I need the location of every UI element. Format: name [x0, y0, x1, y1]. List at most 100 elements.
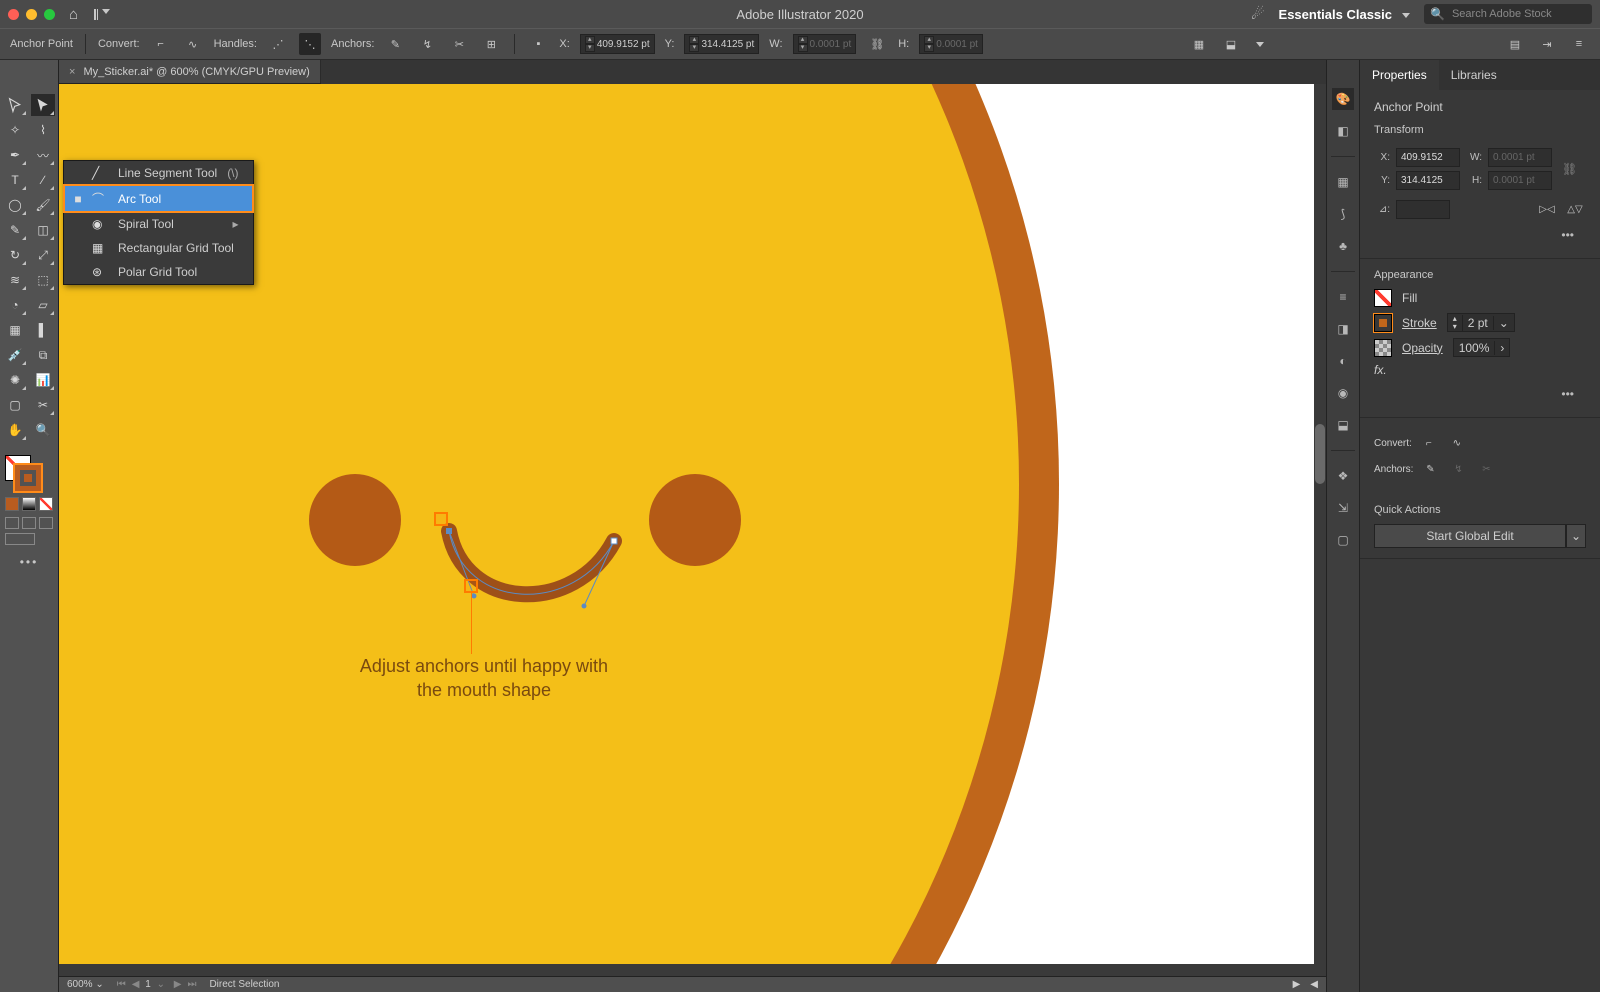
transform-more-icon[interactable]: •••	[1374, 224, 1586, 248]
isolate-icon[interactable]: ⊞	[480, 33, 502, 55]
free-transform-tool[interactable]: ⬚	[31, 269, 55, 291]
flyout-line-segment[interactable]: ╱ Line Segment Tool(\)	[64, 161, 253, 185]
transform-y[interactable]: 314.4125	[1396, 171, 1460, 190]
fill-stroke-swatch[interactable]	[5, 455, 41, 491]
zoom-tool[interactable]: 🔍	[31, 419, 55, 441]
eraser-tool[interactable]: ◫	[31, 219, 55, 241]
fx-button[interactable]: fx.	[1374, 363, 1387, 377]
scale-tool[interactable]: ⤢	[31, 244, 55, 266]
appearance-more-icon[interactable]: •••	[1374, 383, 1586, 407]
symbol-sprayer-tool[interactable]: ✺	[3, 369, 27, 391]
grid-icon[interactable]: ▤	[1504, 33, 1526, 55]
status-nav-left-icon[interactable]: ▶	[1293, 979, 1301, 990]
color-mode-row[interactable]	[5, 497, 53, 511]
arrange-docs-menu[interactable]	[94, 9, 110, 20]
color-guide-icon[interactable]: ◧	[1332, 120, 1354, 142]
y-field[interactable]: ▴▾314.4125 pt	[684, 34, 759, 54]
discover-icon[interactable]: ☄	[1251, 5, 1264, 23]
artboard-tool[interactable]: ▢	[3, 394, 27, 416]
link-wh-icon[interactable]: ⛓	[866, 33, 888, 55]
zoom-window[interactable]	[44, 9, 55, 20]
opacity-label[interactable]: Opacity	[1402, 341, 1443, 355]
flip-v-icon[interactable]: △▽	[1564, 198, 1586, 220]
global-edit-button[interactable]: Start Global Edit	[1374, 524, 1566, 548]
appearance-icon[interactable]: ◉	[1332, 382, 1354, 404]
flip-h-icon[interactable]: ▷◁	[1536, 198, 1558, 220]
ref-point-icon[interactable]: ▪	[527, 33, 549, 55]
anchor-remove-icon[interactable]: ✎	[384, 33, 406, 55]
stroke-swatch-small[interactable]	[1374, 314, 1392, 332]
home-icon[interactable]: ⌂	[69, 6, 78, 23]
blend-tool[interactable]: ⧉	[31, 344, 55, 366]
gradient-tool[interactable]: ▌	[31, 319, 55, 341]
screen-mode-row[interactable]	[5, 533, 53, 545]
stroke-label[interactable]: Stroke	[1402, 316, 1437, 330]
layers-icon[interactable]: ❖	[1332, 465, 1354, 487]
magic-wand-tool[interactable]: ✧	[3, 119, 27, 141]
handle-show-icon[interactable]: ⋰	[267, 33, 289, 55]
stroke-weight[interactable]: ▴▾2 pt⌄	[1447, 313, 1515, 332]
hand-tool[interactable]: ✋	[3, 419, 27, 441]
convert-smooth-icon[interactable]: ∿	[182, 33, 204, 55]
line-tool[interactable]: ∕	[31, 169, 55, 191]
link-wh-icon[interactable]: ⛓	[1562, 162, 1577, 176]
scrollbar-vertical[interactable]	[1314, 84, 1326, 964]
close-tab-icon[interactable]: ×	[69, 66, 75, 78]
flyout-spiral[interactable]: ◉ Spiral Tool▸	[64, 212, 253, 236]
graph-tool[interactable]: 📊	[31, 369, 55, 391]
p-anchor-connect-icon[interactable]: ↯	[1447, 458, 1469, 480]
shape-mode-icon[interactable]: ⬓	[1220, 33, 1242, 55]
p-convert-smooth-icon[interactable]: ∿	[1446, 432, 1468, 454]
zoom-field[interactable]: 600% ⌄	[67, 979, 104, 990]
global-edit-menu[interactable]: ⌄	[1566, 524, 1586, 548]
brushes-icon[interactable]: ⟆	[1332, 203, 1354, 225]
transparency-icon[interactable]: ◐	[1332, 350, 1354, 372]
close-window[interactable]	[8, 9, 19, 20]
p-anchor-cut-icon[interactable]: ✂	[1475, 458, 1497, 480]
flyout-polar-grid[interactable]: ⊛ Polar Grid Tool	[64, 260, 253, 284]
x-field[interactable]: ▴▾409.9152 pt	[580, 34, 655, 54]
swatches-icon[interactable]: ▦	[1332, 171, 1354, 193]
opacity-field[interactable]: 100%›	[1453, 338, 1511, 357]
graphic-styles-icon[interactable]: ⬓	[1332, 414, 1354, 436]
scrollbar-horizontal[interactable]	[59, 964, 1326, 976]
convert-corner-icon[interactable]: ⌐	[150, 33, 172, 55]
document-tab[interactable]: × My_Sticker.ai* @ 600% (CMYK/GPU Previe…	[59, 60, 321, 83]
tab-properties[interactable]: Properties	[1360, 60, 1439, 90]
transform-x[interactable]: 409.9152	[1396, 148, 1460, 167]
stroke-panel-icon[interactable]: ≡	[1332, 286, 1354, 308]
workspace-switcher[interactable]: Essentials Classic	[1279, 7, 1410, 22]
mouth-path[interactable]	[434, 516, 634, 639]
pencil-tool[interactable]: ✎	[3, 219, 27, 241]
symbols-icon[interactable]: ♣	[1332, 235, 1354, 257]
artboard-nav[interactable]: ⏮◀ 1 ⌄ ▶⏭	[114, 979, 200, 990]
lasso-tool[interactable]: ⌇	[31, 119, 55, 141]
curvature-tool[interactable]: 〰	[31, 144, 55, 166]
anchor-cut-icon[interactable]: ✂	[448, 33, 470, 55]
flyout-rect-grid[interactable]: ▦ Rectangular Grid Tool	[64, 236, 253, 260]
paintbrush-tool[interactable]: 🖌	[31, 194, 55, 216]
rotate-tool[interactable]: ↻	[3, 244, 27, 266]
more-options-icon[interactable]	[1252, 38, 1264, 50]
type-tool[interactable]: T	[3, 169, 27, 191]
p-convert-corner-icon[interactable]: ⌐	[1418, 432, 1440, 454]
slice-tool[interactable]: ✂	[31, 394, 55, 416]
artboards-icon[interactable]: ▢	[1332, 529, 1354, 551]
selection-tool[interactable]	[3, 94, 27, 116]
fill-swatch-small[interactable]	[1374, 289, 1392, 307]
minimize-window[interactable]	[26, 9, 37, 20]
stock-search-input[interactable]	[1450, 7, 1596, 21]
tab-libraries[interactable]: Libraries	[1439, 60, 1509, 90]
menu-icon[interactable]: ≡	[1568, 33, 1590, 55]
transform-angle[interactable]	[1396, 200, 1450, 219]
width-tool[interactable]: ≋	[3, 269, 27, 291]
ellipse-tool[interactable]: ◯	[3, 194, 27, 216]
flyout-arc[interactable]: ■⌒ Arc Tool	[64, 185, 253, 212]
status-nav-right-icon[interactable]: ◀	[1310, 979, 1318, 990]
handle-hide-icon[interactable]: ⋱	[299, 33, 321, 55]
edit-toolbar-icon[interactable]: •••	[20, 555, 39, 569]
stroke-swatch[interactable]	[15, 465, 41, 491]
anchor-connect-icon[interactable]: ↯	[416, 33, 438, 55]
color-panel-icon[interactable]: 🎨	[1332, 88, 1354, 110]
shape-builder-tool[interactable]: ◔	[3, 294, 27, 316]
